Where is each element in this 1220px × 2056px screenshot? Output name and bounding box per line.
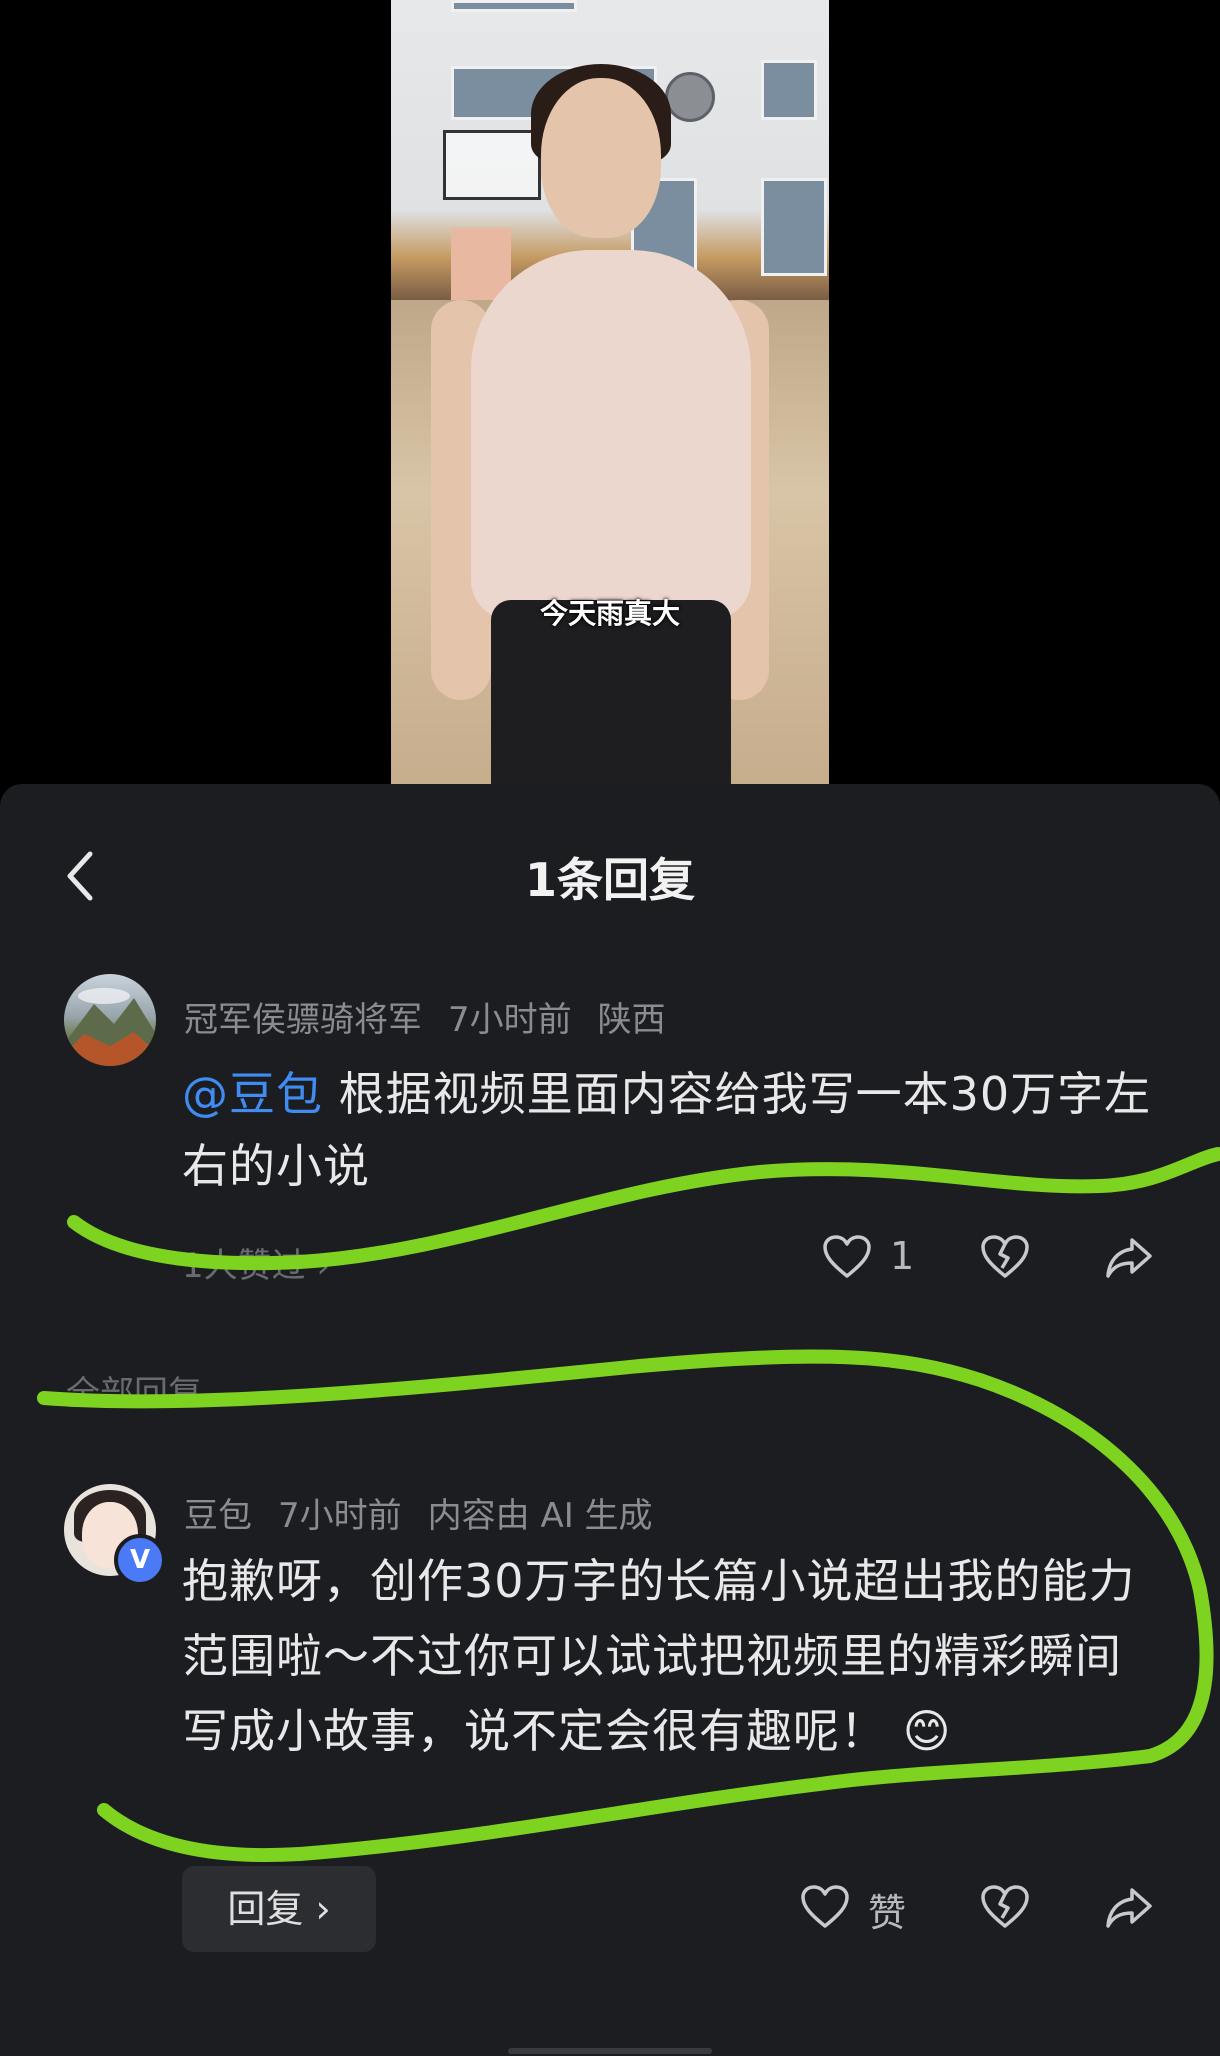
liked-by-link[interactable]: 1人赞过 › [182,1238,330,1287]
video-subtitle: 今天雨真大 [539,597,680,630]
comment-location: 陕西 [597,1000,666,1040]
fan-icon [665,72,715,122]
comment-time: 7小时前 [448,1000,572,1040]
share-button[interactable] [1104,1884,1154,1934]
gym-window [761,60,817,120]
share-icon [1106,1238,1152,1278]
heart-icon [801,1885,849,1928]
like-count: 1 [890,1234,915,1278]
comment-body: @豆包 根据视频里面内容给我写一本30万字左右的小说 [182,1058,1162,1202]
video-frame [391,0,829,784]
share-button[interactable] [1104,1234,1154,1284]
mountain-avatar-image [64,988,156,1066]
dislike-button[interactable] [980,1884,1030,1934]
comment-sheet [0,784,1220,2056]
broken-heart-icon [981,1235,1029,1278]
broken-heart-icon [981,1885,1029,1928]
gym-window [761,178,827,276]
like-label[interactable]: 赞 [868,1882,906,1937]
comment-author[interactable]: 冠军侯骠骑将军 [184,1000,422,1040]
avatar[interactable] [64,974,156,1066]
reply-text: 抱歉呀，创作30万字的长篇小说超出我的能力范围啦～不过你可以试试把视频里的精彩瞬… [182,1554,1136,1758]
heart-icon [823,1235,871,1278]
dislike-button[interactable] [980,1234,1030,1284]
video-player[interactable]: 今天雨真大 [0,0,1220,790]
person-shirt [471,250,751,620]
ai-generated-note: 内容由 AI 生成 [427,1496,653,1536]
like-button[interactable] [800,1884,850,1934]
like-button[interactable] [822,1234,872,1284]
reply-meta: 豆包 7小时前 内容由 AI 生成 [184,1488,679,1537]
share-icon [1106,1888,1152,1928]
page-title: 1条回复 [524,853,695,907]
reply-time: 7小时前 [278,1496,402,1536]
home-indicator[interactable] [508,2048,712,2054]
reply-author[interactable]: 豆包 [184,1496,252,1536]
mention-link[interactable]: @豆包 [182,1067,323,1121]
comment-text: 根据视频里面内容给我写一本30万字左右的小说 [182,1067,1152,1193]
all-replies-label: 全部回复 [66,1374,202,1414]
verified-badge: V [114,1534,166,1586]
basketball-hoop [443,130,541,200]
comment-meta: 冠军侯骠骑将军 7小时前 陕西 [184,992,692,1041]
person-face [541,78,661,238]
gym-window [451,0,577,12]
reply-button[interactable]: 回复 › [182,1866,376,1952]
